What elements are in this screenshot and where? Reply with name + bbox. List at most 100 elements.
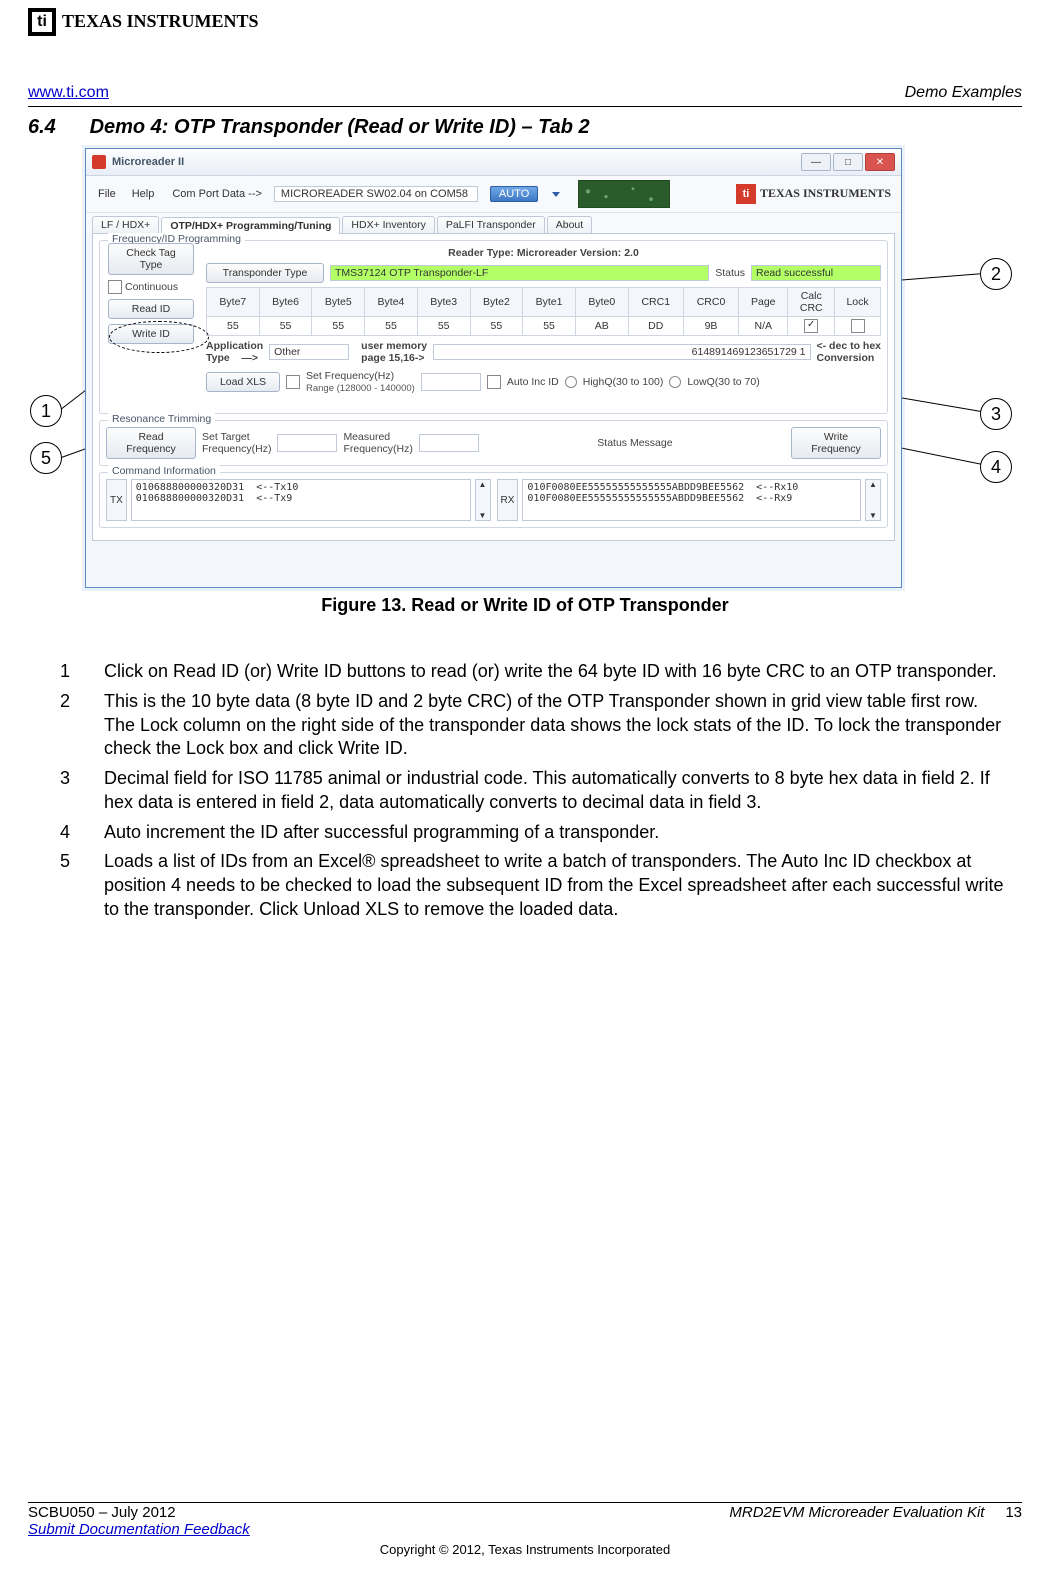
figure-caption: Figure 13. Read or Write ID of OTP Trans… [0, 595, 1050, 616]
header-rule [28, 106, 1022, 107]
group-resonance: Resonance Trimming Read Frequency Set Ta… [99, 420, 888, 466]
cell-b4[interactable]: 55 [365, 317, 418, 336]
section-heading: 6.4 Demo 4: OTP Transponder (Read or Wri… [28, 116, 590, 139]
col-lock: Lock [835, 288, 881, 317]
highq-label: HighQ(30 to 100) [583, 376, 664, 388]
lock-checkbox[interactable] [851, 319, 865, 333]
left-button-column: Check Tag Type Continuous Read ID Write … [108, 243, 194, 344]
cell-crc0[interactable]: 9B [683, 317, 738, 336]
app-window: Microreader II — □ ✕ File Help Com Port … [85, 148, 902, 588]
tab-hdx-inventory[interactable]: HDX+ Inventory [342, 216, 434, 233]
read-frequency-button[interactable]: Read Frequency [106, 427, 196, 459]
cell-b2[interactable]: 55 [470, 317, 523, 336]
tx-tag: TX [106, 479, 127, 521]
desc-num-2: 2 [60, 690, 82, 761]
tab-about[interactable]: About [547, 216, 592, 233]
read-id-button[interactable]: Read ID [108, 299, 194, 319]
continuous-checkbox[interactable] [108, 280, 122, 294]
col-byte5: Byte5 [312, 288, 365, 317]
continuous-label: Continuous [125, 281, 178, 293]
ti-logo: TEXAS INSTRUMENTS [28, 8, 259, 36]
load-xls-button[interactable]: Load XLS [206, 372, 280, 392]
status-label: Status [715, 267, 745, 279]
autoinc-checkbox[interactable] [487, 375, 501, 389]
calccrc-checkbox[interactable] [804, 319, 818, 333]
transponder-type-value[interactable]: TMS37124 OTP Transponder-LF [330, 265, 709, 281]
url-link[interactable]: www.ti.com [28, 84, 109, 102]
cell-b3[interactable]: 55 [417, 317, 470, 336]
tab-palfi[interactable]: PaLFI Transponder [437, 216, 545, 233]
menubar: File Help Com Port Data --> MICROREADER … [86, 176, 901, 213]
section-name: Demo Examples [905, 84, 1022, 102]
maximize-button[interactable]: □ [833, 153, 863, 171]
cell-b6[interactable]: 55 [259, 317, 312, 336]
cell-b7[interactable]: 55 [207, 317, 260, 336]
desc-num-3: 3 [60, 767, 82, 815]
rx-box[interactable]: 010F0080EE55555555555555ABDD9BEE5562 <--… [522, 479, 861, 521]
desc-num-4: 4 [60, 821, 82, 845]
set-target-input[interactable] [277, 434, 337, 452]
rx-scrollbar[interactable]: ▲▼ [865, 479, 881, 521]
cell-b1[interactable]: 55 [523, 317, 576, 336]
apptype-select[interactable]: Other [269, 344, 349, 360]
desc-num-1: 1 [60, 660, 82, 684]
tx-box[interactable]: 010688800000320D31 <--Tx10 0106888000003… [131, 479, 471, 521]
tx-scrollbar[interactable]: ▲▼ [475, 479, 491, 521]
highq-radio[interactable] [565, 376, 577, 388]
status-message-label: Status Message [485, 437, 785, 449]
close-button[interactable]: ✕ [865, 153, 895, 171]
footer: SCBU050 – July 2012 Submit Documentation… [28, 1504, 1022, 1557]
col-byte6: Byte6 [259, 288, 312, 317]
desc-text-4: Auto increment the ID after successful p… [104, 821, 1010, 845]
tab-lf-hdx[interactable]: LF / HDX+ [92, 216, 159, 233]
menu-help[interactable]: Help [130, 187, 157, 201]
setfreq-input[interactable] [421, 373, 481, 391]
menu-file[interactable]: File [96, 187, 118, 201]
write-frequency-button[interactable]: Write Frequency [791, 427, 881, 459]
write-id-button[interactable]: Write ID [108, 324, 194, 344]
app-icon [92, 155, 106, 169]
description-list: 1 Click on Read ID (or) Write ID buttons… [60, 660, 1010, 928]
desc-item-3: 3 Decimal field for ISO 11785 animal or … [60, 767, 1010, 815]
cell-crc1[interactable]: DD [628, 317, 683, 336]
window-controls: — □ ✕ [801, 153, 895, 171]
cell-lock[interactable] [835, 317, 881, 336]
cell-calccrc[interactable] [788, 317, 835, 336]
cell-b0[interactable]: AB [575, 317, 628, 336]
lowq-label: LowQ(30 to 70) [687, 376, 759, 388]
apptype-label: Application Type —> [206, 340, 263, 364]
desc-item-4: 4 Auto increment the ID after successful… [60, 821, 1010, 845]
set-target-label: Set Target Frequency(Hz) [202, 431, 271, 455]
lowq-radio[interactable] [669, 376, 681, 388]
feedback-link[interactable]: Submit Documentation Feedback [28, 1521, 250, 1538]
comport-field[interactable]: MICROREADER SW02.04 on COM58 [274, 186, 478, 202]
desc-text-3: Decimal field for ISO 11785 animal or in… [104, 767, 1010, 815]
col-crc1: CRC1 [628, 288, 683, 317]
auto-button[interactable]: AUTO [490, 186, 538, 202]
dec-hex-label: <- dec to hex Conversion [817, 340, 881, 364]
callout-2: 2 [980, 258, 1012, 290]
tx-side: TX 010688800000320D31 <--Tx10 0106888000… [106, 479, 491, 521]
minimize-button[interactable]: — [801, 153, 831, 171]
setfreq-range: Range (128000 - 140000) [306, 383, 415, 394]
setfreq-checkbox[interactable] [286, 375, 300, 389]
check-tag-button[interactable]: Check Tag Type [108, 243, 194, 275]
cell-page: N/A [739, 317, 788, 336]
cell-b5[interactable]: 55 [312, 317, 365, 336]
dec-field[interactable]: 614891469123651729 1 [433, 344, 810, 360]
ti-brand-text: TEXAS INSTRUMENTS [62, 13, 259, 30]
autoinc-label: Auto Inc ID [507, 376, 559, 388]
col-byte1: Byte1 [523, 288, 576, 317]
tabs: LF / HDX+ OTP/HDX+ Programming/Tuning HD… [86, 213, 901, 233]
measured-label: Measured Frequency(Hz) [343, 431, 412, 455]
continuous-row: Continuous [108, 280, 194, 294]
ti-brand-inline: TEXAS INSTRUMENTS [736, 184, 891, 204]
legend-command: Command Information [108, 465, 220, 477]
header-row: www.ti.com Demo Examples [28, 84, 1022, 102]
desc-item-2: 2 This is the 10 byte data (8 byte ID an… [60, 690, 1010, 761]
tab-otp-programming[interactable]: OTP/HDX+ Programming/Tuning [161, 217, 340, 234]
col-byte3: Byte3 [417, 288, 470, 317]
desc-item-5: 5 Loads a list of IDs from an Excel® spr… [60, 850, 1010, 921]
legend-resonance: Resonance Trimming [108, 413, 215, 425]
auto-dropdown-icon[interactable] [552, 192, 560, 197]
